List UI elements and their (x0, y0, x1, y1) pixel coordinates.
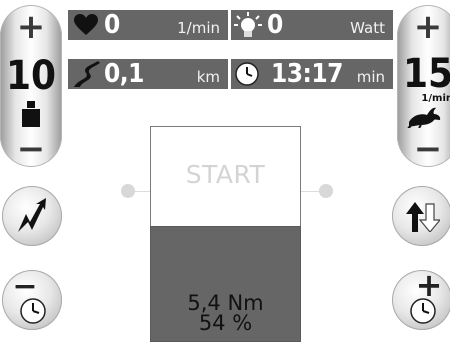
distance-unit: km (196, 68, 220, 86)
lightning-mode-button[interactable] (2, 186, 62, 246)
left-plus-button[interactable]: + (0, 7, 62, 49)
time-value: 13:17 (271, 59, 343, 89)
time-decrease-button[interactable]: − (2, 269, 62, 330)
lightning-icon (16, 198, 50, 234)
rabbit-icon (407, 106, 443, 129)
lightbulb-icon (233, 11, 263, 39)
right-plus-button[interactable]: + (397, 7, 450, 49)
up-down-arrows-icon (406, 202, 442, 233)
torque-value: 5,4 Nm (187, 291, 264, 315)
left-guide-dot (121, 184, 135, 198)
heart-rate-panel: 0 1/min (68, 10, 228, 40)
clock-icon (20, 298, 46, 324)
left-minus-button[interactable]: − (0, 129, 62, 169)
time-unit: min (356, 68, 385, 86)
direction-toggle-button[interactable] (392, 186, 450, 246)
heart-icon (74, 14, 98, 36)
heart-rate-unit: 1/min (177, 19, 220, 37)
time-panel: 13:17 min (231, 59, 393, 89)
power-unit: Watt (350, 19, 385, 37)
left-resistance-control: + 10 − (0, 5, 62, 169)
heart-rate-value: 0 (104, 10, 120, 40)
clock-icon (410, 298, 436, 324)
start-label: START (185, 160, 266, 189)
torque-percent: 54 % (198, 311, 253, 335)
torque-display: 5,4 Nm 54 % (150, 226, 301, 342)
left-plus-label: + (16, 7, 46, 47)
power-value: 0 (267, 10, 283, 40)
right-guide-dot (319, 184, 333, 198)
start-button[interactable]: START (150, 126, 301, 226)
right-plus-label: + (413, 7, 443, 47)
weight-icon (20, 101, 42, 127)
road-icon (72, 61, 100, 87)
distance-panel: 0,1 km (68, 59, 228, 89)
right-unit: 1/min (421, 93, 450, 104)
right-cadence-control: + 15 1/min − (397, 5, 450, 169)
right-value: 15 (402, 51, 450, 97)
left-minus-label: − (16, 129, 46, 169)
right-minus-button[interactable]: − (397, 129, 450, 169)
left-value: 10 (5, 53, 57, 99)
clock-icon (235, 62, 259, 86)
time-increase-button[interactable]: + (392, 266, 450, 330)
right-minus-label: − (413, 129, 443, 169)
power-panel: 0 Watt (231, 10, 393, 40)
distance-value: 0,1 (104, 59, 144, 89)
